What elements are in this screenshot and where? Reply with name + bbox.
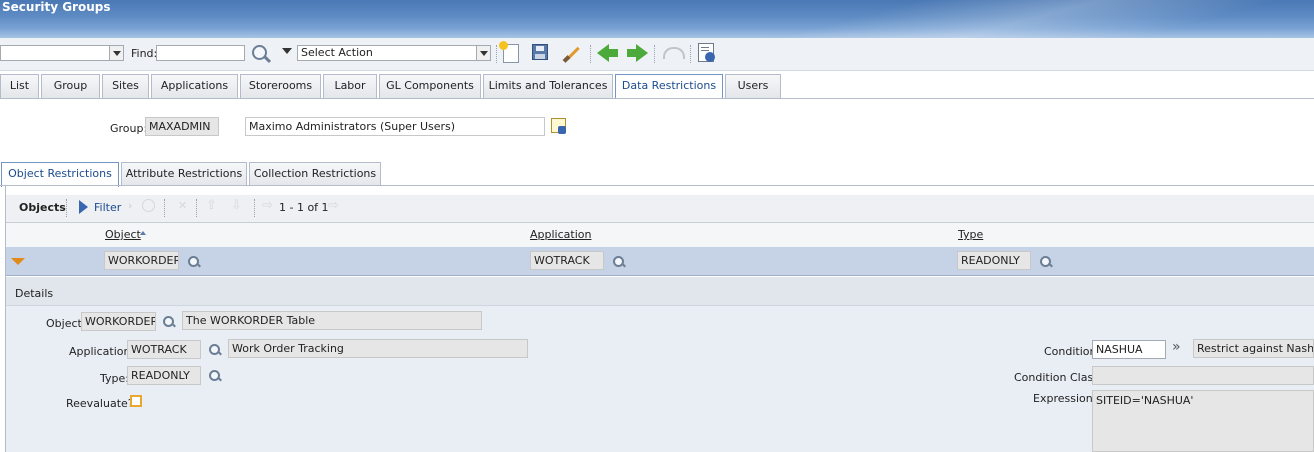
- row-object-lookup-icon[interactable]: [188, 256, 201, 268]
- long-description-icon[interactable]: [551, 118, 566, 134]
- application-field[interactable]: WOTRACK: [127, 340, 201, 359]
- tab-list[interactable]: List: [0, 74, 39, 98]
- row-type-lookup-icon[interactable]: [1040, 256, 1053, 268]
- group-field: MAXADMIN: [145, 117, 219, 136]
- clear-changes-icon[interactable]: [562, 44, 582, 63]
- details-section: Details Object: WORKORDER The WORKORDER …: [6, 277, 1314, 452]
- run-report-icon[interactable]: [698, 43, 715, 62]
- row-application-lookup-icon[interactable]: [613, 256, 626, 268]
- subtab-attribute-restrictions[interactable]: Attribute Restrictions: [121, 162, 247, 186]
- column-header-application[interactable]: Application: [530, 228, 591, 241]
- condition-class-field: [1092, 366, 1314, 385]
- condition-class-label: Condition Class:: [1014, 371, 1103, 384]
- object-label: Object:: [46, 317, 86, 330]
- condition-description-field: Restrict against Nashua: [1193, 339, 1314, 358]
- next-record-icon[interactable]: [636, 44, 648, 62]
- tab-storerooms[interactable]: Storerooms: [240, 74, 321, 98]
- select-action-dropdown-icon[interactable]: [476, 45, 491, 61]
- column-header-type[interactable]: Type: [958, 228, 983, 241]
- application-lookup-icon[interactable]: [209, 344, 222, 356]
- group-description-field: Maximo Administrators (Super Users): [245, 117, 545, 136]
- type-field[interactable]: READONLY: [127, 366, 201, 385]
- next-page-icon: ⇨: [328, 198, 339, 213]
- subtab-object-restrictions[interactable]: Object Restrictions: [1, 162, 119, 187]
- row-type-field[interactable]: READONLY: [957, 251, 1031, 270]
- reevaluate-label: Reevaluate?: [66, 397, 134, 410]
- bulletin-board-icon: [663, 47, 685, 59]
- tab-limits-and-tolerances[interactable]: Limits and Tolerances: [483, 74, 613, 98]
- column-header-object[interactable]: Object: [105, 228, 141, 241]
- tab-users[interactable]: Users: [725, 74, 781, 98]
- tab-gl-components[interactable]: GL Components: [379, 74, 481, 98]
- object-description-field: The WORKORDER Table: [182, 311, 482, 330]
- type-lookup-icon[interactable]: [209, 370, 222, 382]
- find-options-icon[interactable]: [282, 48, 292, 54]
- tab-applications[interactable]: Applications: [151, 74, 238, 98]
- row-application-field[interactable]: WOTRACK: [530, 251, 604, 270]
- toolbar: Find: Select Action: [0, 38, 1314, 71]
- previous-arrow-icon: ⇨: [262, 198, 273, 213]
- title-bar: Security Groups: [0, 0, 1314, 38]
- type-label: Type:: [100, 372, 129, 385]
- previous-page-icon: ⇩: [231, 198, 242, 213]
- go-to-condition-icon[interactable]: »: [1172, 339, 1181, 355]
- objects-table-header-bar: Objects Filter › ✕ ⇧ ⇩ ⇨ 1 - 1 of 1 ⇨: [6, 195, 1314, 223]
- application-description-field: Work Order Tracking: [228, 339, 528, 358]
- filter-link[interactable]: Filter: [94, 201, 121, 214]
- row-expand-icon[interactable]: [11, 258, 25, 265]
- new-record-icon[interactable]: [499, 41, 519, 63]
- sort-ascending-icon[interactable]: [140, 231, 146, 235]
- chevron-right-icon: ›: [128, 199, 133, 212]
- application-label: Application:: [69, 345, 135, 358]
- tab-group[interactable]: Group: [41, 74, 100, 98]
- table-row[interactable]: WORKORDER WOTRACK READONLY: [6, 247, 1314, 276]
- save-icon[interactable]: [532, 44, 548, 60]
- object-field[interactable]: WORKORDER: [81, 312, 156, 331]
- subtab-collection-restrictions[interactable]: Collection Restrictions: [249, 162, 381, 186]
- objects-column-headers: Object Application Type: [6, 223, 1314, 248]
- group-label: Group:: [110, 122, 148, 135]
- condition-field[interactable]: NASHUA: [1092, 340, 1166, 359]
- tab-labor[interactable]: Labor: [323, 74, 377, 98]
- pagination-text: 1 - 1 of 1: [279, 201, 329, 214]
- object-lookup-icon[interactable]: [163, 316, 176, 328]
- clear-filter-icon: [142, 199, 155, 212]
- previous-record-icon[interactable]: [597, 44, 609, 62]
- tab-sites[interactable]: Sites: [102, 74, 149, 98]
- app-title: Security Groups: [2, 0, 111, 14]
- filter-icon[interactable]: [79, 200, 88, 214]
- objects-table-title: Objects: [19, 201, 66, 214]
- details-title: Details: [15, 287, 54, 300]
- select-action-field[interactable]: Select Action: [297, 45, 477, 61]
- find-search-icon[interactable]: [252, 45, 272, 64]
- expression-field: SITEID='NASHUA': [1092, 390, 1314, 452]
- app-select-dropdown-icon[interactable]: [109, 45, 124, 61]
- expression-label: Expression:: [1033, 392, 1097, 405]
- row-object-field[interactable]: WORKORDER: [104, 251, 179, 270]
- app-select[interactable]: [0, 45, 110, 61]
- reevaluate-checkbox[interactable]: [130, 395, 142, 407]
- find-input[interactable]: [156, 45, 245, 61]
- find-label: Find:: [131, 47, 158, 60]
- first-page-icon: ⇧: [206, 198, 217, 213]
- hide-filter-icon: ✕: [178, 199, 188, 212]
- tab-data-restrictions[interactable]: Data Restrictions: [615, 74, 723, 99]
